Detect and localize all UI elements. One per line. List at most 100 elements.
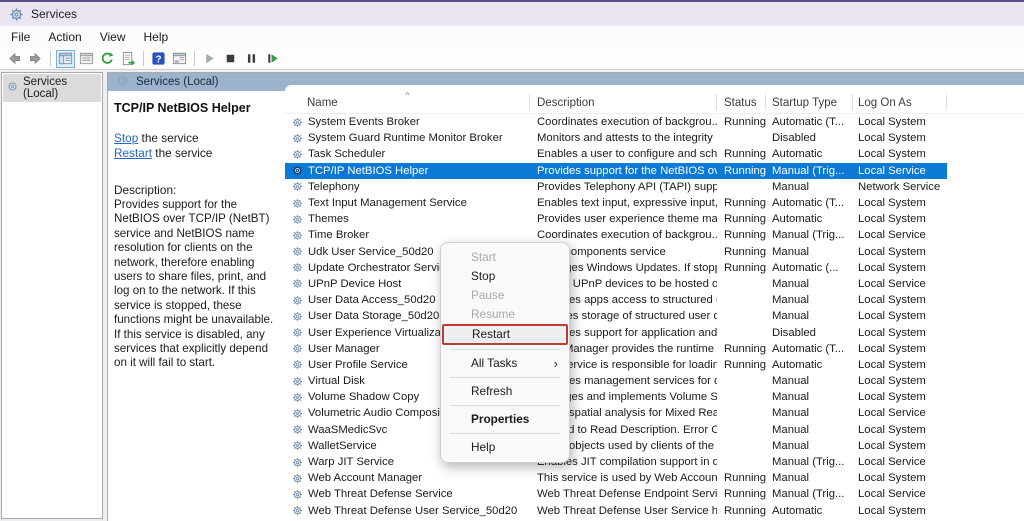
context-menu-item-stop[interactable]: Stop: [441, 267, 569, 286]
show-console-tree-icon[interactable]: [56, 50, 75, 68]
panel-tab-services-local[interactable]: Services (Local): [108, 73, 218, 91]
table-row[interactable]: TCP/IP NetBIOS HelperProvides support fo…: [285, 163, 947, 179]
column-header-startup-type[interactable]: Startup Type: [766, 91, 853, 113]
table-row[interactable]: WalletServiceHosts objects used by clien…: [285, 438, 947, 454]
service-gear-icon: [292, 246, 303, 257]
cell-name: Web Threat Defense User Service_50d20: [285, 505, 530, 517]
table-row[interactable]: TelephonyProvides Telephony API (TAPI) s…: [285, 179, 947, 195]
context-menu-item-start: Start: [441, 248, 569, 267]
column-resize-handle[interactable]: [946, 94, 947, 110]
service-gear-icon: [292, 408, 303, 419]
table-row[interactable]: Web Account ManagerThis service is used …: [285, 470, 947, 486]
table-row[interactable]: User Experience Virtualization ServicePr…: [285, 324, 947, 340]
menu-item-view[interactable]: View: [91, 28, 135, 46]
start-service-icon[interactable]: [200, 50, 219, 68]
refresh-icon[interactable]: [98, 50, 117, 68]
menu-item-help[interactable]: Help: [135, 28, 178, 46]
list-header: Name^Description Status Startup Type Log On…: [285, 91, 1024, 114]
cell-startup: Manual (Trig...: [766, 229, 853, 241]
context-menu-item-refresh[interactable]: Refresh: [441, 382, 569, 401]
service-gear-icon: [292, 327, 303, 338]
cell-logon: Local System: [853, 213, 947, 225]
cell-logon: Local Service: [853, 229, 947, 241]
description-text: Provides support for the NetBIOS over TC…: [114, 198, 277, 371]
menu-item-file[interactable]: File: [2, 28, 39, 46]
title-bar: Services: [0, 0, 1024, 26]
context-menu-item-label: Stop: [471, 269, 495, 283]
table-row[interactable]: ThemesProvides user experience theme ma.…: [285, 211, 947, 227]
table-row[interactable]: User Data Storage_50d20Handles storage o…: [285, 308, 947, 324]
cell-logon: Local System: [853, 343, 947, 355]
cell-status: Running: [717, 246, 766, 258]
column-header-label: Startup Type: [772, 97, 837, 109]
column-header-label: Status: [724, 97, 757, 109]
cell-startup: Automatic: [766, 213, 853, 225]
cell-logon: Local System: [853, 440, 947, 452]
pause-service-icon[interactable]: [242, 50, 261, 68]
table-row[interactable]: Time BrokerCoordinates execution of back…: [285, 227, 947, 243]
table-row[interactable]: Warp JIT ServiceEnables JIT compilation …: [285, 454, 947, 470]
table-row[interactable]: User Data Access_50d20Provides apps acce…: [285, 292, 947, 308]
table-row[interactable]: Volume Shadow CopyManages and implements…: [285, 389, 947, 405]
service-name: Warp JIT Service: [308, 456, 394, 468]
console-properties-icon[interactable]: [77, 50, 96, 68]
context-menu-item-pause: Pause: [441, 286, 569, 305]
cell-logon: Local System: [853, 391, 947, 403]
service-gear-icon: [292, 359, 303, 370]
cell-status: Running: [717, 262, 766, 274]
context-menu-item-help[interactable]: Help: [441, 438, 569, 457]
column-header-log-on-as[interactable]: Log On As: [853, 91, 947, 113]
context-menu-item-restart[interactable]: Restart: [442, 324, 568, 345]
table-row[interactable]: User Profile ServiceThis service is resp…: [285, 357, 947, 373]
column-header-status[interactable]: Status: [717, 91, 766, 113]
table-row[interactable]: Web Threat Defense User Service_50d20Web…: [285, 503, 947, 519]
table-row[interactable]: Volumetric Audio Compositor ServiceHosts…: [285, 405, 947, 421]
table-row[interactable]: Task SchedulerEnables a user to configur…: [285, 146, 947, 162]
stop-service-link[interactable]: Stop: [114, 131, 138, 145]
cell-status: Running: [717, 116, 766, 128]
cell-startup: Manual: [766, 424, 853, 436]
panel-header-band: Services (Local): [108, 73, 1024, 91]
cell-description: Web Threat Defense User Service hel...: [530, 505, 717, 517]
service-gear-icon: [292, 230, 303, 241]
help-icon[interactable]: ?: [149, 50, 168, 68]
restart-service-link[interactable]: Restart: [114, 146, 152, 160]
forward-icon[interactable]: [26, 50, 45, 68]
back-icon[interactable]: [5, 50, 24, 68]
table-row[interactable]: UPnP Device HostAllows UPnP devices to b…: [285, 276, 947, 292]
context-menu-item-label: Start: [471, 250, 496, 264]
cell-name: Web Threat Defense Service: [285, 488, 530, 500]
service-name: System Guard Runtime Monitor Broker: [308, 132, 503, 144]
table-row[interactable]: User ManagerUser Manager provides the ru…: [285, 341, 947, 357]
column-header-name[interactable]: Name^: [285, 91, 530, 113]
table-row[interactable]: Virtual DiskProvides management services…: [285, 373, 947, 389]
export-list-icon[interactable]: [119, 50, 138, 68]
panel-tab-label: Services (Local): [136, 76, 218, 88]
cell-description: Provides user experience theme ma...: [530, 213, 717, 225]
stop-service-icon[interactable]: [221, 50, 240, 68]
restart-service-icon[interactable]: [263, 50, 282, 68]
context-menu-item-all-tasks[interactable]: All Tasks›: [441, 354, 569, 373]
tree-item-services-local[interactable]: g stroke="#7b93b0" stroke-width="1.5"> S…: [3, 74, 101, 102]
table-row[interactable]: Udk User Service_50d20Shell components s…: [285, 244, 947, 260]
services-rows: System Events BrokerCoordinates executio…: [285, 114, 1024, 519]
service-gear-icon: [292, 133, 303, 144]
service-name: Text Input Management Service: [308, 197, 467, 209]
cell-logon: Local Service: [853, 165, 947, 177]
cell-startup: Manual: [766, 375, 853, 387]
cell-startup: Manual: [766, 472, 853, 484]
table-row[interactable]: WaaSMedicSvc<Failed to Read Description.…: [285, 422, 947, 438]
table-row[interactable]: System Events BrokerCoordinates executio…: [285, 114, 947, 130]
service-gear-icon: [292, 343, 303, 354]
context-menu-separator: [450, 349, 560, 350]
services-ghost-icon: [117, 75, 129, 90]
table-row[interactable]: System Guard Runtime Monitor BrokerMonit…: [285, 130, 947, 146]
cell-startup: Manual: [766, 440, 853, 452]
table-row[interactable]: Text Input Management ServiceEnables tex…: [285, 195, 947, 211]
menu-item-action[interactable]: Action: [39, 28, 90, 46]
table-row[interactable]: Update Orchestrator ServiceManages Windo…: [285, 260, 947, 276]
table-row[interactable]: Web Threat Defense ServiceWeb Threat Def…: [285, 486, 947, 502]
column-header-description[interactable]: Description: [530, 91, 717, 113]
context-menu-item-properties[interactable]: Properties: [441, 410, 569, 429]
extended-view-icon[interactable]: [170, 50, 189, 68]
